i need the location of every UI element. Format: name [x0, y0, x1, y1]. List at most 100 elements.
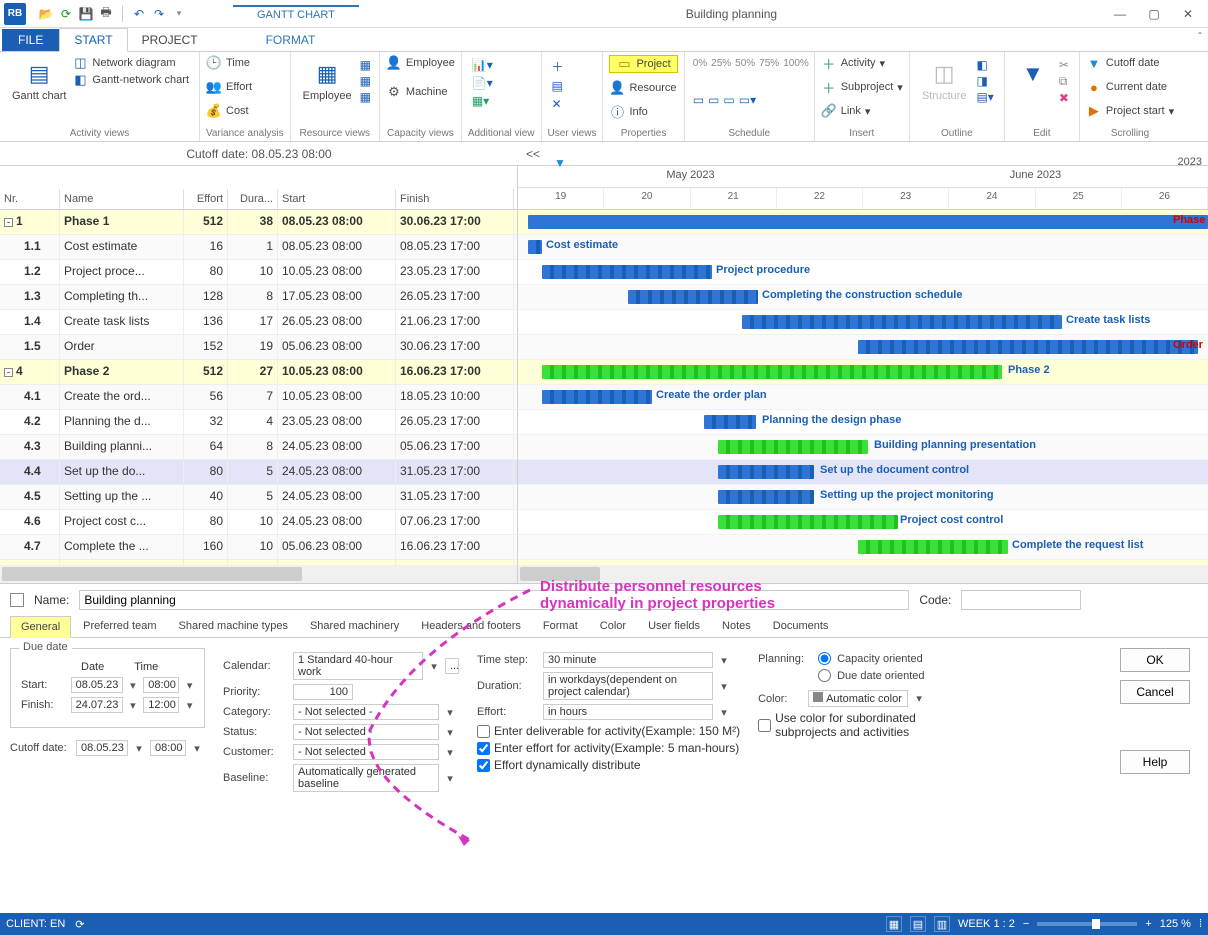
duration-unit-select[interactable]: in workdays(dependent on project calenda…: [543, 672, 713, 700]
customer-select[interactable]: - Not selected -: [293, 744, 439, 760]
chart-icon[interactable]: 📊▾: [472, 58, 531, 72]
duedate-radio[interactable]: [818, 669, 831, 682]
properties-tab[interactable]: Format: [533, 616, 588, 637]
close-button[interactable]: ✕: [1172, 2, 1204, 26]
schedule-icon-d[interactable]: ▭▾: [739, 93, 756, 107]
tab-start[interactable]: START: [59, 28, 127, 52]
timestep-select[interactable]: 30 minute: [543, 652, 713, 668]
start-date-input[interactable]: 08.05.23: [71, 677, 123, 693]
project-start-button[interactable]: ▶Project start▾: [1086, 103, 1174, 119]
task-row[interactable]: 4.1Create the ord...56710.05.23 08:0018.…: [0, 385, 1208, 410]
insert-subproject-button[interactable]: ＋Subproject▾: [821, 79, 903, 95]
undo-icon[interactable]: ↶: [131, 6, 147, 22]
col-nr[interactable]: Nr.: [0, 189, 60, 209]
user-view-add-icon[interactable]: ＋: [552, 58, 593, 75]
calendar-select[interactable]: 1 Standard 40-hour work: [293, 652, 423, 680]
gantt-bar[interactable]: [858, 340, 1198, 354]
col-finish[interactable]: Finish: [396, 189, 514, 209]
task-row[interactable]: 1.4Create task lists1361726.05.23 08:002…: [0, 310, 1208, 335]
outline-icon-1[interactable]: ◧: [976, 58, 993, 72]
ribbon-collapse-icon[interactable]: ˆ: [1198, 30, 1202, 44]
col-effort[interactable]: Effort: [184, 189, 228, 209]
baseline-select[interactable]: Automatically generated baseline: [293, 764, 439, 792]
project-name-input[interactable]: [79, 590, 909, 610]
gantt-bar[interactable]: [628, 290, 758, 304]
refresh-icon[interactable]: ⟳: [58, 6, 74, 22]
effort-button[interactable]: 👥Effort: [206, 79, 284, 95]
gantt-bar[interactable]: [858, 540, 1008, 554]
redo-icon[interactable]: ↷: [151, 6, 167, 22]
task-row[interactable]: 1.5Order1521905.06.23 08:0030.06.23 17:0…: [0, 335, 1208, 360]
enter-effort-checkbox[interactable]: [477, 742, 490, 755]
cutoff-time-input[interactable]: 08:00: [150, 740, 186, 756]
schedule-icon-a[interactable]: ▭: [693, 93, 704, 107]
properties-tab[interactable]: User fields: [638, 616, 710, 637]
task-row[interactable]: 1.3Completing th...128817.05.23 08:0026.…: [0, 285, 1208, 310]
category-select[interactable]: - Not selected -: [293, 704, 439, 720]
col-start[interactable]: Start: [278, 189, 396, 209]
properties-tab[interactable]: Shared machine types: [169, 616, 298, 637]
cutoff-date-input[interactable]: 08.05.23: [76, 740, 128, 756]
deliverable-checkbox[interactable]: [477, 725, 490, 738]
priority-input[interactable]: 100: [293, 684, 353, 700]
user-view-list-icon[interactable]: ▤: [552, 79, 593, 93]
properties-tab[interactable]: Color: [590, 616, 636, 637]
start-time-input[interactable]: 08:00: [143, 677, 179, 693]
insert-link-button[interactable]: 🔗Link▾: [821, 103, 903, 119]
cost-button[interactable]: 💰Cost: [206, 103, 284, 119]
info-button[interactable]: ⓘInfo: [609, 104, 677, 120]
gantt-bar[interactable]: [718, 440, 868, 454]
color-select[interactable]: Automatic color: [808, 690, 908, 707]
insert-activity-button[interactable]: ＋Activity▾: [821, 55, 903, 71]
effort-unit-select[interactable]: in hours: [543, 704, 713, 720]
gantt-chart-button[interactable]: ▤Gantt chart: [6, 54, 72, 106]
properties-tab[interactable]: Preferred team: [73, 616, 166, 637]
ok-button[interactable]: OK: [1120, 648, 1190, 672]
user-view-del-icon[interactable]: ✕: [552, 97, 593, 111]
view-icon-3[interactable]: ▥: [934, 916, 950, 932]
gantt-bar[interactable]: [704, 415, 756, 429]
properties-tab[interactable]: Headers and footers: [411, 616, 531, 637]
maximize-button[interactable]: ▢: [1138, 2, 1170, 26]
gantt-bar[interactable]: [528, 240, 542, 254]
gantt-bar[interactable]: [542, 390, 652, 404]
pivot-icon[interactable]: ▦▾: [472, 94, 531, 108]
task-row[interactable]: 4.7Complete the ...1601005.06.23 08:0016…: [0, 535, 1208, 560]
status-select[interactable]: - Not selected -: [293, 724, 439, 740]
gantt-bar[interactable]: [528, 215, 1208, 229]
calendar-ext-button[interactable]: ...: [445, 658, 459, 674]
view-icon-1[interactable]: ▦: [886, 916, 902, 932]
col-duration[interactable]: Dura...: [228, 189, 278, 209]
tab-format[interactable]: FORMAT: [252, 29, 330, 51]
cut-icon[interactable]: ✂: [1059, 58, 1069, 72]
qat-dropdown-icon[interactable]: ▾: [171, 6, 187, 22]
task-row[interactable]: 4.3Building planni...64824.05.23 08:0005…: [0, 435, 1208, 460]
sync-icon[interactable]: ⟳: [75, 918, 84, 931]
schedule-icon-c[interactable]: ▭: [723, 93, 734, 107]
help-button[interactable]: Help: [1120, 750, 1190, 774]
report-icon[interactable]: 📄▾: [472, 76, 531, 90]
file-tab[interactable]: FILE: [2, 29, 59, 51]
properties-tab[interactable]: Shared machinery: [300, 616, 409, 637]
task-row[interactable]: 1.1Cost estimate16108.05.23 08:0008.05.2…: [0, 235, 1208, 260]
cutoff-date-button[interactable]: ▼Cutoff date: [1086, 55, 1174, 71]
resource-icon-1[interactable]: ▦: [360, 58, 371, 72]
properties-tab[interactable]: General: [10, 616, 71, 638]
resource-properties-button[interactable]: 👤Resource: [609, 80, 677, 96]
capacity-radio[interactable]: [818, 652, 831, 665]
view-icon-2[interactable]: ▤: [910, 916, 926, 932]
gantt-bar[interactable]: [718, 465, 814, 479]
capacity-machine-button[interactable]: ⚙Machine: [386, 84, 455, 100]
properties-tab[interactable]: Notes: [712, 616, 761, 637]
task-row[interactable]: -4Phase 25122710.05.23 08:0016.06.23 17:…: [0, 360, 1208, 385]
project-code-input[interactable]: [961, 590, 1081, 610]
rewind-button[interactable]: <<: [518, 147, 548, 161]
task-row[interactable]: 4.5Setting up the ...40524.05.23 08:0031…: [0, 485, 1208, 510]
open-icon[interactable]: 📂: [38, 6, 54, 22]
capacity-employee-button[interactable]: 👤Employee: [386, 55, 455, 71]
filter-button[interactable]: ▼: [1011, 54, 1055, 109]
zoom-out-button[interactable]: −: [1023, 918, 1029, 930]
employee-view-button[interactable]: ▦Employee: [297, 54, 358, 108]
properties-tab[interactable]: Documents: [763, 616, 839, 637]
gantt-bar[interactable]: [718, 490, 814, 504]
